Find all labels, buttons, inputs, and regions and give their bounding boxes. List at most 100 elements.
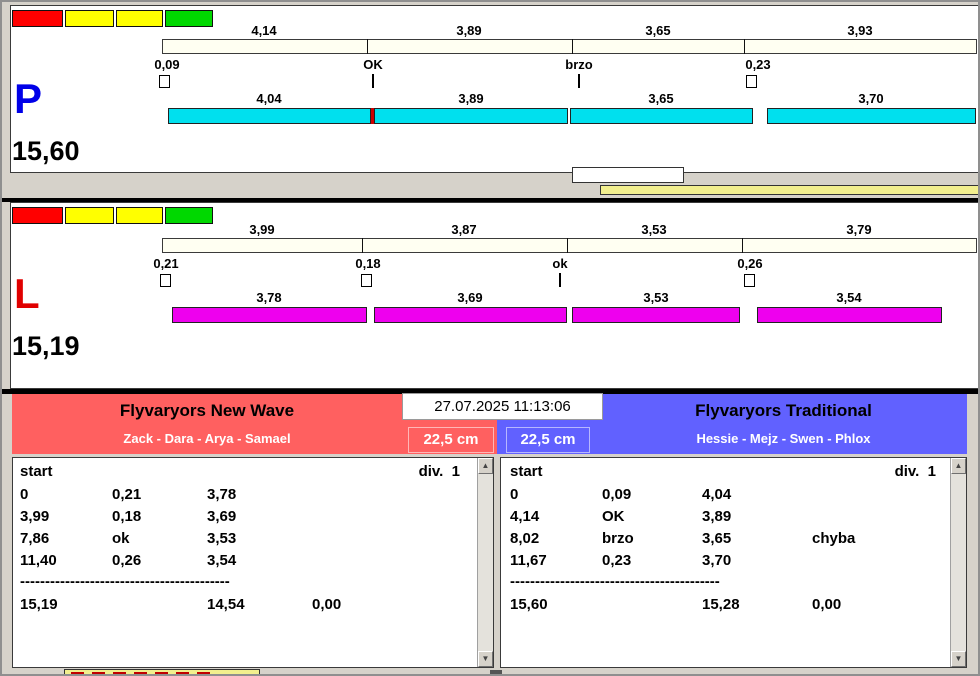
table-cell: 7,86	[20, 530, 50, 547]
marker-checkbox[interactable]	[159, 75, 170, 88]
table-cell	[312, 552, 462, 570]
scroll-down-icon: ▼	[954, 654, 963, 663]
lane-letter-p: P	[14, 75, 43, 122]
table-cell: brzo	[602, 530, 634, 547]
split-ruler-p	[162, 39, 977, 54]
quality-block-yellow	[65, 10, 114, 27]
table-cell: 0,09	[602, 486, 632, 503]
lane-value: 3,53	[643, 290, 669, 305]
table-cell: 3,78	[207, 486, 237, 503]
lane-value: 3,54	[836, 290, 862, 305]
ruler-divider	[567, 238, 568, 253]
table-separator: ----------------------------------------…	[510, 573, 720, 590]
scroll-up-icon: ▲	[954, 461, 963, 470]
scroll-down-button[interactable]: ▼	[951, 651, 966, 667]
clipped-bottom-bar	[64, 669, 260, 674]
team-name-right: Flyvaryors Traditional	[695, 401, 872, 420]
team-name-left: Flyvaryors New Wave	[119, 401, 295, 420]
split-value: 3,87	[451, 222, 477, 237]
table-cell	[812, 552, 942, 570]
table-div-label: div. 1	[894, 463, 936, 480]
ruler-divider	[362, 238, 363, 253]
split-value: 3,99	[249, 222, 275, 237]
quality-block-yellow	[116, 10, 163, 27]
marker-tick	[559, 273, 561, 287]
marker-label: 0,21	[153, 256, 179, 271]
distance-right: 22,5 cm	[506, 427, 590, 453]
marker-label: ok	[552, 256, 568, 271]
table-cell: 11,67	[510, 552, 547, 569]
split-value: 3,89	[456, 23, 482, 38]
lane-total-l: 15,19	[12, 331, 80, 361]
table-cell	[312, 508, 462, 526]
marker-checkbox[interactable]	[160, 274, 171, 287]
split-value: 3,65	[645, 23, 671, 38]
app-window: 4,14 3,89 3,65 3,93 0,09 OK brzo 0,23 4,…	[0, 0, 980, 676]
table-cell	[812, 486, 942, 504]
quality-block-red	[12, 207, 63, 224]
table-cell: 3,99	[20, 508, 50, 525]
clipped-bottom-mark	[490, 670, 502, 674]
clipped-text	[71, 672, 211, 674]
marker-label: OK	[363, 57, 383, 72]
table-cell: 4,14	[510, 508, 540, 525]
marker-checkbox[interactable]	[746, 75, 757, 88]
scroll-down-icon: ▼	[481, 654, 490, 663]
quality-block-red	[12, 10, 63, 27]
scroll-up-button[interactable]: ▲	[478, 458, 493, 474]
distance-left: 22,5 cm	[408, 427, 494, 453]
table-cell: 3,70	[702, 552, 732, 569]
lane-value: 3,70	[858, 91, 884, 106]
marker-checkbox[interactable]	[361, 274, 372, 287]
split-value: 4,14	[251, 23, 277, 38]
quality-block-yellow	[116, 207, 163, 224]
table-cell: chyba	[812, 530, 856, 547]
table-cell: 4,04	[702, 486, 732, 503]
scroll-up-button[interactable]: ▲	[951, 458, 966, 474]
table-cell: 0	[510, 486, 519, 503]
lane-segment	[767, 108, 976, 124]
table-cell: 3,54	[207, 552, 237, 569]
marker-tick	[578, 74, 580, 88]
middle-yellow-bar	[600, 185, 978, 195]
marker-label: 0,26	[737, 256, 763, 271]
marker-checkbox[interactable]	[744, 274, 755, 287]
table-total-cell: 0,00	[312, 596, 342, 613]
split-ruler-l	[162, 238, 977, 253]
quality-block-green	[165, 10, 213, 27]
lane-segment	[374, 307, 567, 323]
table-div-label: div. 1	[418, 463, 460, 480]
datetime-display: 27.07.2025 11:13:06	[402, 393, 603, 420]
table-cell: 0,18	[112, 508, 142, 525]
split-value: 3,53	[641, 222, 667, 237]
marker-label: brzo	[565, 57, 593, 72]
table-cell: 0,26	[112, 552, 142, 569]
team-members-right: Hessie - Mejz - Swen - Phlox	[696, 431, 871, 446]
scroll-down-button[interactable]: ▼	[478, 651, 493, 667]
table-cell: 3,89	[702, 508, 732, 525]
middle-white-box	[572, 167, 684, 183]
right-table-scrollbar[interactable]: ▲ ▼	[950, 458, 966, 667]
table-cell: 8,02	[510, 530, 540, 547]
lane-segment	[374, 108, 568, 124]
marker-label: 0,23	[745, 57, 771, 72]
table-start-label: start	[20, 463, 53, 480]
lane-segment	[168, 108, 371, 124]
lane-value: 3,78	[256, 290, 282, 305]
lane-letter-l: L	[14, 270, 40, 317]
table-cell: 0,21	[112, 486, 142, 503]
table-cell: 11,40	[20, 552, 57, 569]
left-table-scrollbar[interactable]: ▲ ▼	[477, 458, 493, 667]
table-cell: 3,69	[207, 508, 237, 525]
table-cell: ok	[112, 530, 130, 547]
lane-value: 3,69	[457, 290, 483, 305]
table-cell	[312, 530, 462, 548]
table-cell	[812, 508, 942, 526]
table-cell: 3,53	[207, 530, 237, 547]
table-total-cell: 15,28	[702, 596, 740, 613]
lane-segment	[172, 307, 367, 323]
marker-label: 0,18	[355, 256, 381, 271]
lane-segment	[572, 307, 740, 323]
split-value: 3,93	[847, 23, 873, 38]
lane-segment	[757, 307, 942, 323]
